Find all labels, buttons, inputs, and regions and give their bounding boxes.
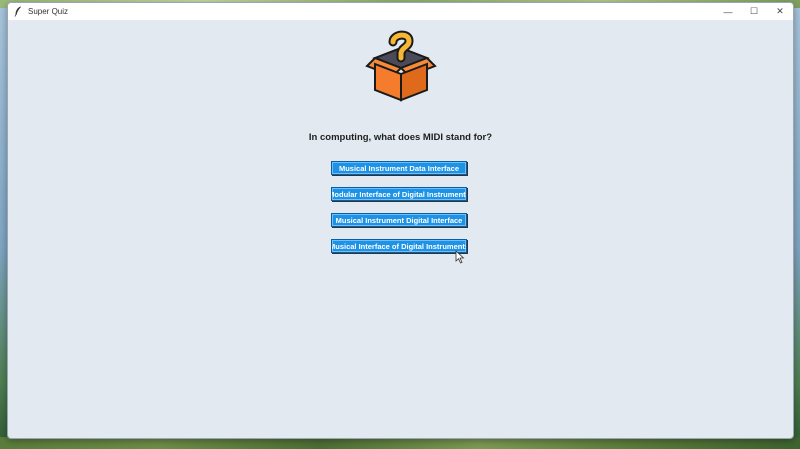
window-controls: — ☐ ✕: [715, 3, 793, 20]
minimize-button[interactable]: —: [715, 3, 741, 20]
feather-icon: [13, 6, 23, 18]
mystery-box-icon: [365, 30, 437, 102]
answer-button-3[interactable]: Musical Instrument Digital Interface: [331, 213, 467, 227]
desktop-background: Super Quiz — ☐ ✕ In computing, what does…: [0, 0, 800, 449]
maximize-button[interactable]: ☐: [741, 3, 767, 20]
question-text: In computing, what does MIDI stand for?: [308, 132, 493, 143]
answer-button-1[interactable]: Musical Instrument Data Interface: [331, 161, 467, 175]
answer-button-4[interactable]: Musical Interface of Digital Instruments: [331, 239, 467, 253]
mouse-cursor-icon: [455, 250, 465, 264]
quiz-content: In computing, what does MIDI stand for? …: [8, 20, 793, 438]
title-bar[interactable]: Super Quiz — ☐ ✕: [8, 3, 793, 20]
answer-button-2[interactable]: Modular Interface of Digital Instruments: [331, 187, 467, 201]
close-button[interactable]: ✕: [767, 3, 793, 20]
window-title: Super Quiz: [28, 7, 69, 16]
app-window: Super Quiz — ☐ ✕ In computing, what does…: [7, 2, 794, 439]
